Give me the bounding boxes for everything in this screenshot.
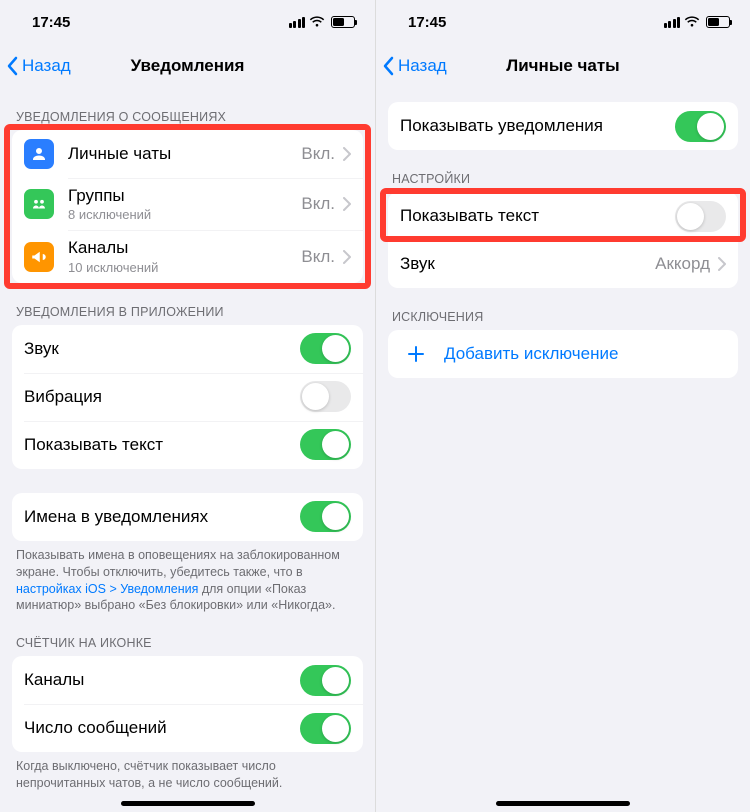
status-bar: 17:45	[376, 0, 750, 44]
person-icon	[24, 139, 54, 169]
section-footer-names: Показывать имена в оповещениях на заблок…	[0, 541, 375, 615]
row-title: Имена в уведомлениях	[24, 507, 300, 527]
section-header-inapp: УВЕДОМЛЕНИЯ В ПРИЛОЖЕНИИ	[0, 283, 375, 325]
row-value: Аккорд	[655, 254, 710, 274]
section-header-exceptions: ИСКЛЮЧЕНИЯ	[376, 288, 750, 330]
row-private-chats[interactable]: Личные чаты Вкл.	[12, 130, 363, 178]
wifi-icon	[309, 16, 325, 28]
status-bar: 17:45	[0, 0, 375, 44]
home-indicator[interactable]	[496, 801, 630, 806]
back-label: Назад	[398, 56, 447, 76]
toggle-names[interactable]	[300, 501, 351, 532]
battery-icon	[331, 16, 355, 28]
row-sound[interactable]: Звук Аккорд	[388, 240, 738, 288]
group-inapp: Звук Вибрация Показывать текст	[12, 325, 363, 469]
toggle-show-text[interactable]	[300, 429, 351, 460]
back-button[interactable]: Назад	[382, 56, 447, 76]
ios-settings-link[interactable]: настройках iOS > Уведомления	[16, 582, 198, 596]
row-value: Вкл.	[301, 194, 335, 214]
chevron-right-icon	[343, 197, 351, 211]
section-header-messages: УВЕДОМЛЕНИЯ О СООБЩЕНИЯХ	[0, 88, 375, 130]
row-names-in-notifications[interactable]: Имена в уведомлениях	[12, 493, 363, 541]
row-subtitle: 10 исключений	[68, 260, 301, 275]
status-indicators	[664, 16, 731, 28]
section-header-settings: НАСТРОЙКИ	[376, 150, 750, 192]
row-title: Звук	[24, 339, 300, 359]
back-button[interactable]: Назад	[6, 56, 71, 76]
row-badge-count[interactable]: Число сообщений	[12, 704, 363, 752]
back-label: Назад	[22, 56, 71, 76]
cellular-icon	[664, 17, 681, 28]
group-icon	[24, 189, 54, 219]
chevron-right-icon	[718, 257, 726, 271]
screen-notifications: 17:45 Назад Уведомления УВЕДОМЛЕНИЯ О СО…	[0, 0, 375, 812]
status-time: 17:45	[408, 14, 446, 31]
row-title: Личные чаты	[68, 144, 301, 164]
group-show-notifications: Показывать уведомления	[388, 102, 738, 150]
row-title: Вибрация	[24, 387, 300, 407]
toggle-vibration[interactable]	[300, 381, 351, 412]
row-subtitle: 8 исключений	[68, 207, 301, 222]
nav-bar: Назад Уведомления	[0, 44, 375, 88]
toggle-sound[interactable]	[300, 333, 351, 364]
row-show-text[interactable]: Показывать текст	[388, 192, 738, 240]
row-badge-channels[interactable]: Каналы	[12, 656, 363, 704]
group-message-notifications: Личные чаты Вкл. Группы 8 исключений Вкл…	[12, 130, 363, 283]
megaphone-icon	[24, 242, 54, 272]
row-value: Вкл.	[301, 144, 335, 164]
add-exception-label: Добавить исключение	[444, 344, 618, 364]
toggle-badge-channels[interactable]	[300, 665, 351, 696]
row-vibration[interactable]: Вибрация	[12, 373, 363, 421]
battery-icon	[706, 16, 730, 28]
cellular-icon	[289, 17, 306, 28]
row-title: Группы	[68, 186, 301, 206]
section-footer-badge: Когда выключено, счётчик показывает числ…	[0, 752, 375, 792]
row-show-notifications[interactable]: Показывать уведомления	[388, 102, 738, 150]
row-sound[interactable]: Звук	[12, 325, 363, 373]
row-title: Звук	[400, 254, 655, 274]
chevron-right-icon	[343, 147, 351, 161]
nav-bar: Назад Личные чаты	[376, 44, 750, 88]
row-title: Показывать текст	[24, 435, 300, 455]
row-title: Показывать текст	[400, 206, 675, 226]
screen-private-chats: 17:45 Назад Личные чаты Показывать уведо…	[375, 0, 750, 812]
plus-icon	[406, 344, 426, 364]
group-badge: Каналы Число сообщений	[12, 656, 363, 752]
home-indicator[interactable]	[121, 801, 255, 806]
section-header-badge: СЧЁТЧИК НА ИКОНКЕ	[0, 614, 375, 656]
row-groups[interactable]: Группы 8 исключений Вкл.	[12, 178, 363, 230]
row-title: Каналы	[24, 670, 300, 690]
row-title: Каналы	[68, 238, 301, 258]
chevron-left-icon	[382, 56, 394, 76]
row-value: Вкл.	[301, 247, 335, 267]
row-show-text[interactable]: Показывать текст	[12, 421, 363, 469]
chevron-right-icon	[343, 250, 351, 264]
chevron-left-icon	[6, 56, 18, 76]
status-time: 17:45	[32, 14, 70, 31]
toggle-badge-count[interactable]	[300, 713, 351, 744]
row-title: Число сообщений	[24, 718, 300, 738]
wifi-icon	[684, 16, 700, 28]
group-settings: Показывать текст Звук Аккорд	[388, 192, 738, 288]
row-add-exception[interactable]: Добавить исключение	[388, 330, 738, 378]
status-indicators	[289, 16, 356, 28]
group-exceptions: Добавить исключение	[388, 330, 738, 378]
toggle-show-text[interactable]	[675, 201, 726, 232]
row-channels[interactable]: Каналы 10 исключений Вкл.	[12, 230, 363, 282]
group-names: Имена в уведомлениях	[12, 493, 363, 541]
toggle-show-notifications[interactable]	[675, 111, 726, 142]
row-title: Показывать уведомления	[400, 116, 675, 136]
